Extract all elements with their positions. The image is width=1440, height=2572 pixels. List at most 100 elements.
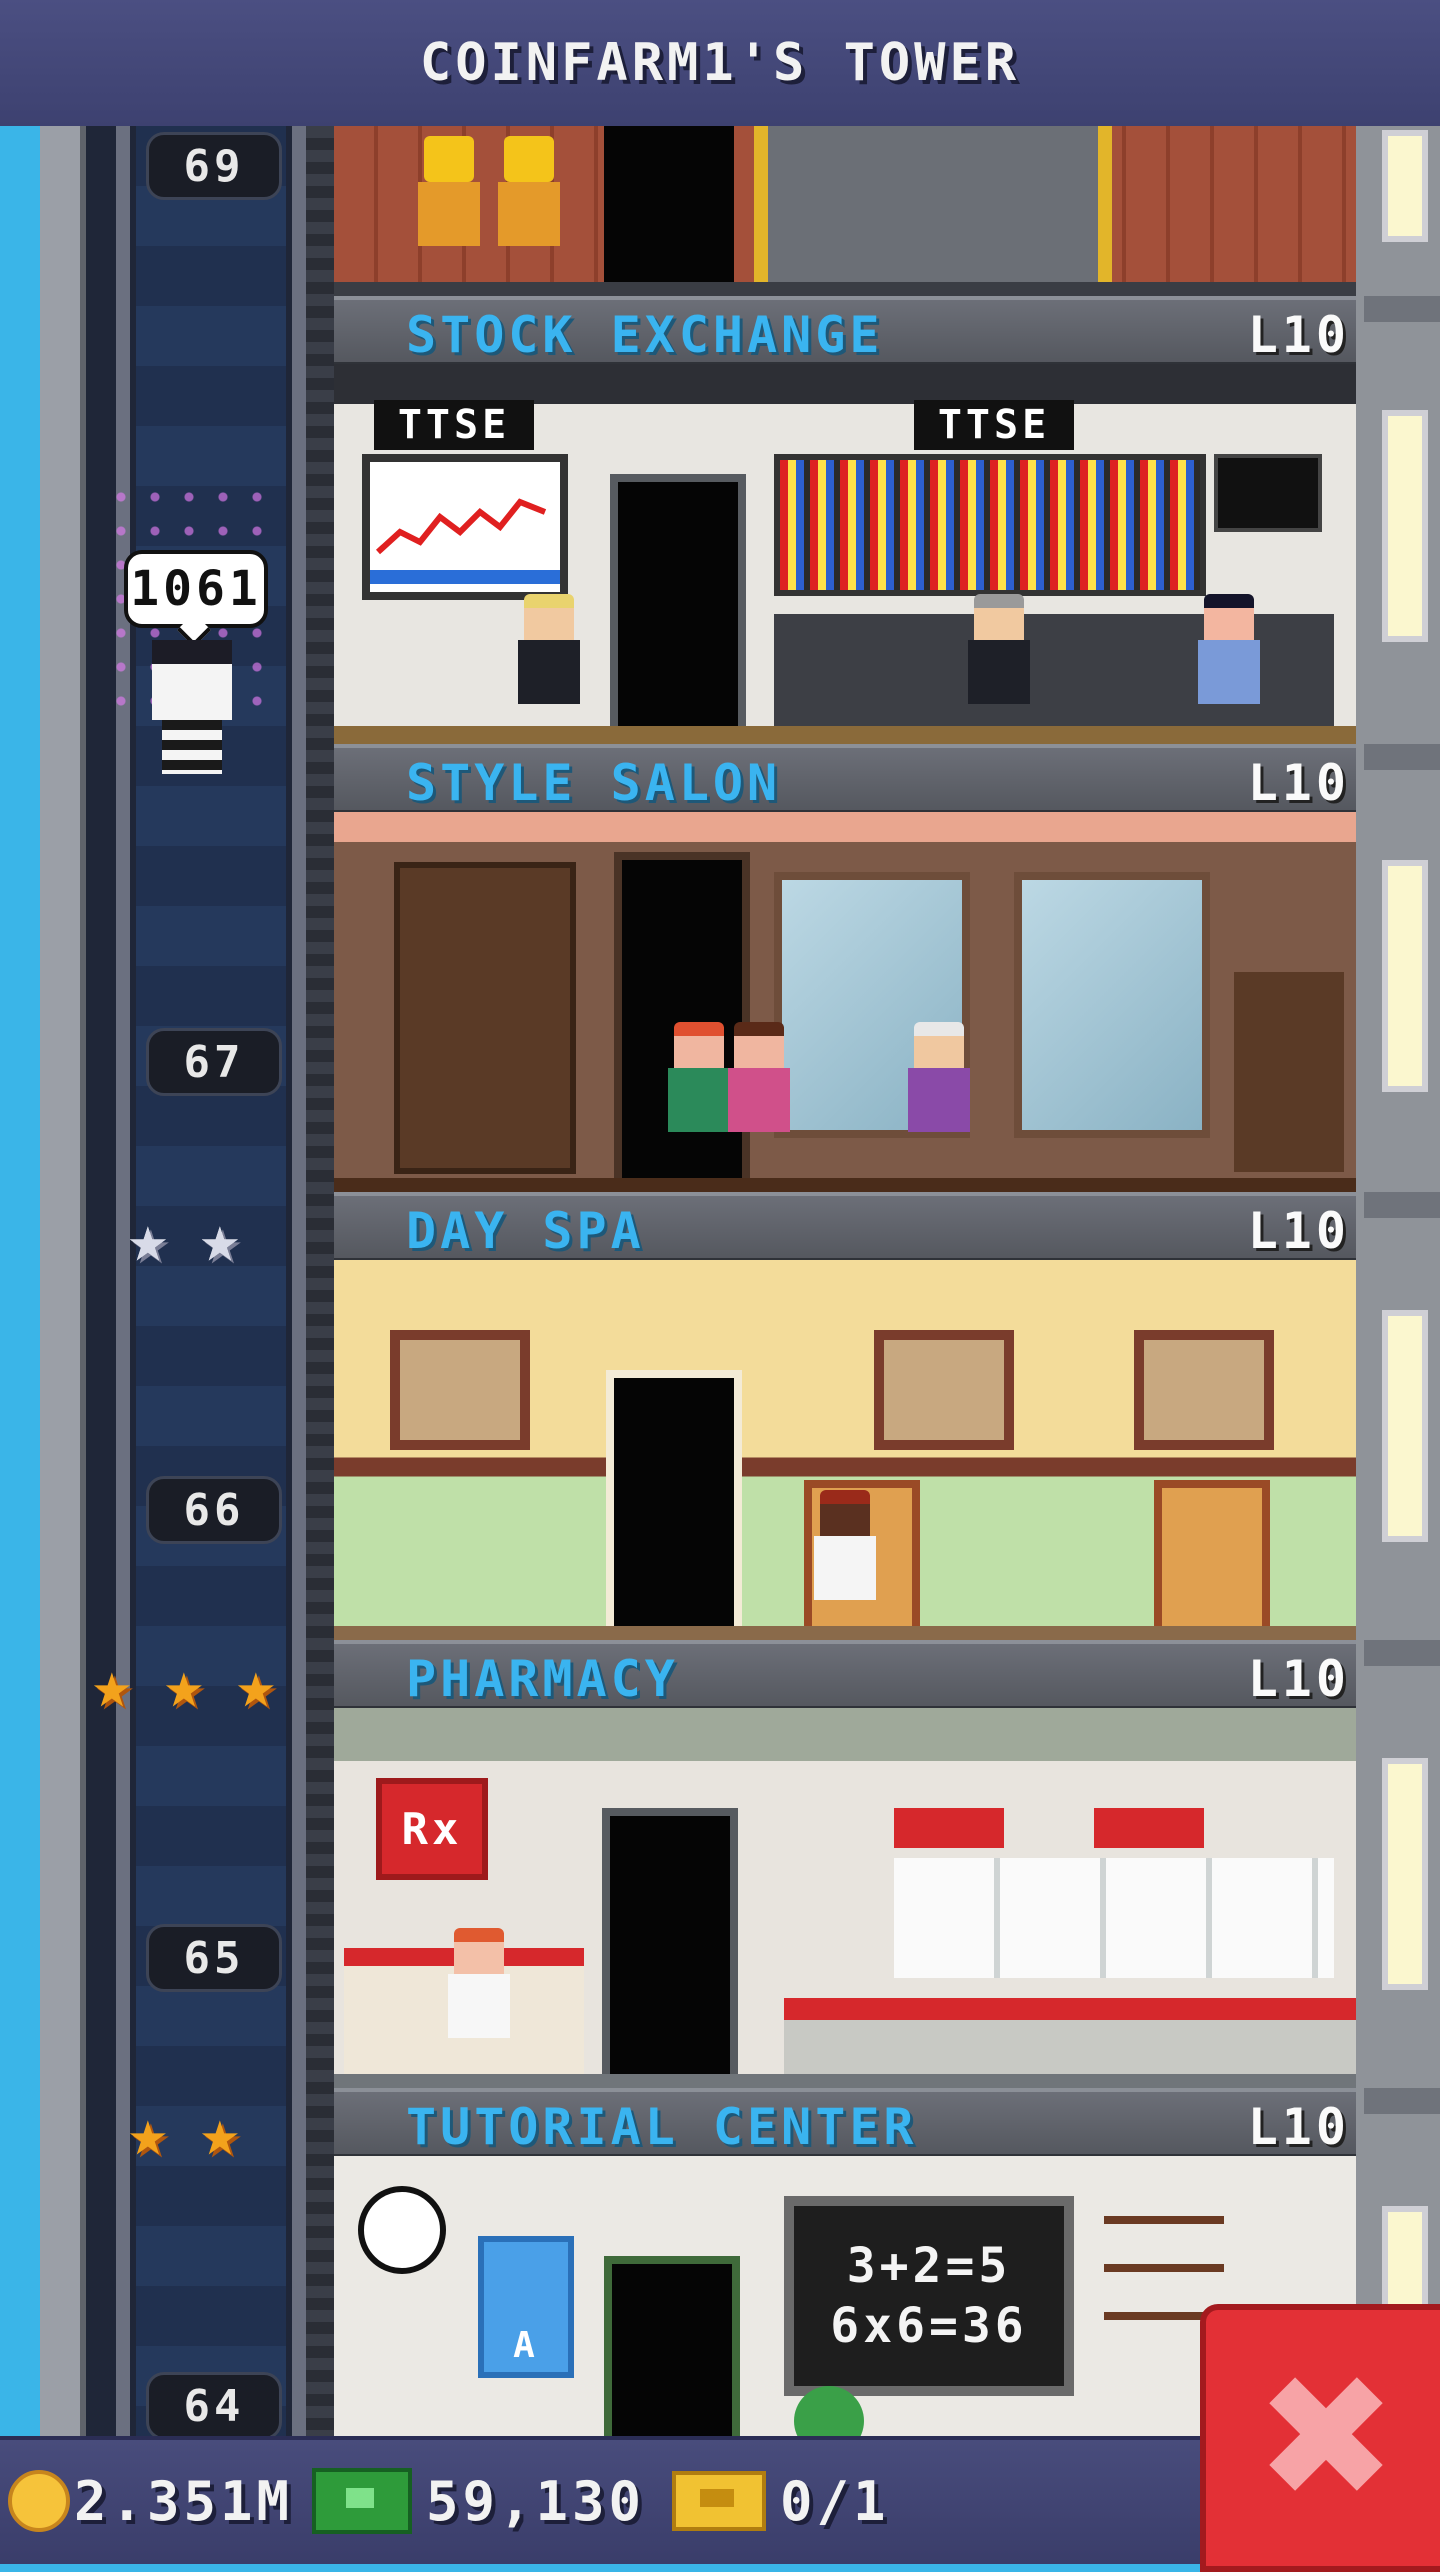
sky <box>0 126 40 2436</box>
floor-number-badge: 64 <box>146 2372 282 2440</box>
coin-counter[interactable]: 2.351M <box>8 2468 293 2534</box>
gold-star-icon: ★ <box>92 1646 132 1723</box>
ticket-counter[interactable]: 0/1 <box>672 2468 890 2534</box>
wall-seam <box>1364 2088 1440 2114</box>
bitizen-worker[interactable] <box>904 1022 974 1162</box>
gold-star-icon: ★ <box>164 1646 204 1723</box>
apple-poster: A <box>478 2236 574 2378</box>
firefighter[interactable] <box>494 136 564 276</box>
bux-icon <box>312 2468 412 2534</box>
pharmacy-banner <box>1094 1808 1204 1848</box>
elevator-passenger[interactable] <box>146 640 238 780</box>
floor-pharmacy[interactable]: PHARMACY L10 Rx <box>334 1640 1356 2088</box>
floor-room[interactable]: TTSE TTSE <box>334 364 1356 744</box>
bitizen-visitor[interactable] <box>724 1022 794 1162</box>
floor-room[interactable] <box>334 1260 1356 1640</box>
floor-label-bar: PHARMACY L10 <box>334 1640 1356 1712</box>
pharmacy-banner <box>894 1808 1004 1848</box>
stock-ticker-board <box>774 454 1206 596</box>
rx-sign: Rx <box>376 1778 488 1880</box>
bitizen-worker[interactable] <box>964 594 1034 734</box>
coin-icon <box>8 2470 70 2532</box>
floor-number-badge: 65 <box>146 1924 282 1992</box>
spa-painting <box>390 1330 530 1450</box>
floor-door <box>604 2256 740 2436</box>
bux-counter[interactable]: 59,130 <box>312 2468 645 2534</box>
green-monitor <box>1214 454 1322 532</box>
salon-mirror <box>1014 872 1210 1138</box>
wall-seam <box>1364 1192 1440 1218</box>
bitizen-visitor[interactable] <box>1194 594 1264 734</box>
shaft-rail <box>292 126 306 2436</box>
firefighter[interactable] <box>414 136 484 276</box>
gold-star-icon: ★ <box>128 2094 168 2171</box>
floor-door <box>606 1370 742 1640</box>
chalkboard: 3+2=5 6x6=36 <box>784 2196 1074 2396</box>
floor-door <box>610 474 746 744</box>
floor-name: TUTORIAL CENTER <box>406 2098 918 2156</box>
tower-window <box>1382 410 1428 642</box>
floor-name: STYLE SALON <box>406 754 782 812</box>
floor-number-badge: 69 <box>146 132 282 200</box>
spa-painting <box>1134 1330 1274 1450</box>
close-icon: ✖ <box>1254 2339 1398 2537</box>
passenger-hat <box>152 640 232 664</box>
floor-name: DAY SPA <box>406 1202 645 1260</box>
salon-cabinet <box>1234 972 1344 1172</box>
bux-amount: 59,130 <box>426 2469 646 2533</box>
shaft-inner <box>136 126 286 2436</box>
floor-number-badge: 66 <box>146 1476 282 1544</box>
floor-slab <box>334 1178 1356 1192</box>
fire-truck-bay <box>754 126 1112 286</box>
passenger-body <box>162 720 222 774</box>
floor-label-bar: TUTORIAL CENTER L10 <box>334 2088 1356 2160</box>
floor-slab <box>334 1626 1356 1640</box>
passenger-head <box>152 664 232 720</box>
wall-seam <box>1364 1640 1440 1666</box>
ticket-amount: 0/1 <box>780 2469 890 2533</box>
gold-star-icon: ★ <box>236 1646 276 1723</box>
floor-style-salon[interactable]: STYLE SALON L10 <box>334 744 1356 1192</box>
floor-room[interactable]: Rx <box>334 1708 1356 2088</box>
close-button[interactable]: ✖ <box>1200 2304 1440 2572</box>
silver-star-icon: ★ <box>128 1200 168 1277</box>
floor-level: L10 <box>1247 306 1350 364</box>
floor-stock-exchange[interactable]: STOCK EXCHANGE L10 TTSE TTSE <box>334 296 1356 744</box>
elevator-shaft[interactable] <box>86 126 336 2436</box>
floor-room[interactable] <box>334 812 1356 1192</box>
ticket-icon <box>672 2471 766 2531</box>
floor-name: STOCK EXCHANGE <box>406 306 884 364</box>
floor-day-spa[interactable]: DAY SPA L10 <box>334 1192 1356 1640</box>
stock-chart-screen <box>362 454 568 600</box>
clock-icon <box>358 2186 446 2274</box>
chalkboard-line: 3+2=5 <box>846 2238 1012 2294</box>
floor-door <box>604 126 734 286</box>
tower-window <box>1382 1758 1428 1990</box>
floor-label-bar: STOCK EXCHANGE L10 <box>334 296 1356 368</box>
floor-level: L10 <box>1247 754 1350 812</box>
floor-slab <box>334 282 1356 296</box>
floor-name: PHARMACY <box>406 1650 679 1708</box>
bitizen-worker[interactable] <box>810 1490 880 1630</box>
chart-line-icon <box>370 498 560 584</box>
floor-slab <box>334 726 1356 744</box>
spa-chair <box>1154 1480 1270 1640</box>
shaft-wall <box>40 126 86 2436</box>
floor-number-badge: 67 <box>146 1028 282 1096</box>
tower-window <box>1382 860 1428 1092</box>
partial-floor-top[interactable] <box>334 126 1356 296</box>
bitizen-worker[interactable] <box>444 1928 514 2068</box>
gold-star-icon: ★ <box>200 2094 240 2171</box>
tower-window <box>1382 130 1428 242</box>
passenger-floor-bubble[interactable]: 1061 <box>124 550 268 628</box>
floor-label-bar: DAY SPA L10 <box>334 1192 1356 1264</box>
salon-shelf <box>394 862 576 1174</box>
tower-window <box>1382 1310 1428 1542</box>
floor-level: L10 <box>1247 1650 1350 1708</box>
spa-painting <box>874 1330 1014 1450</box>
tower-title: COINFARM1'S TOWER <box>419 33 1021 93</box>
bitizen-worker[interactable] <box>514 594 584 734</box>
wall-seam <box>1364 296 1440 322</box>
silver-star-icon: ★ <box>200 1200 240 1277</box>
wall-seam <box>1364 744 1440 770</box>
